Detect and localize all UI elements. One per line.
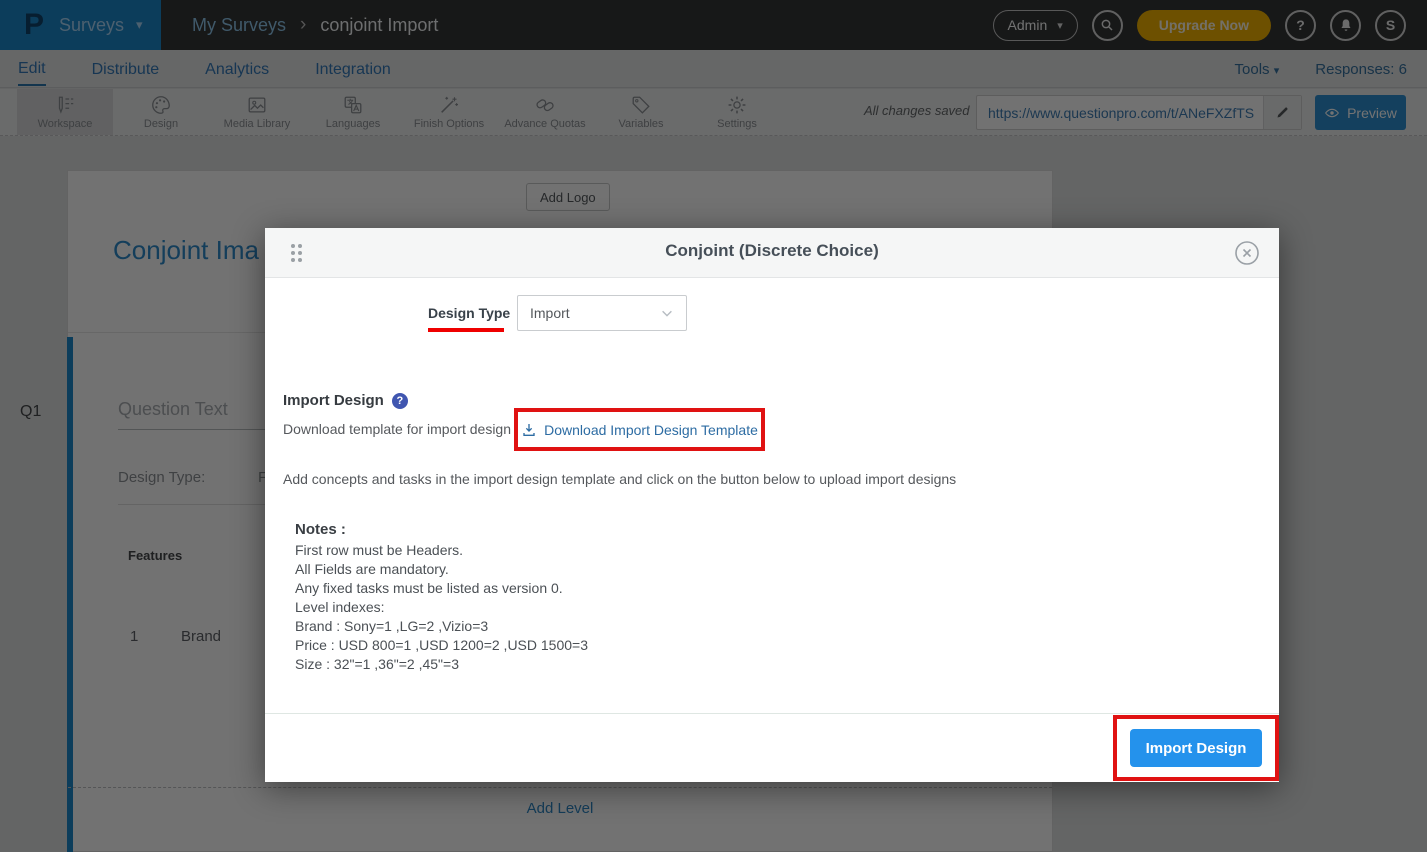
annotation-box-download: Download Import Design Template xyxy=(514,408,765,451)
download-template-link[interactable]: Download Import Design Template xyxy=(521,422,758,438)
notes-title: Notes : xyxy=(295,521,588,538)
note-line: Price : USD 800=1 ,USD 1200=2 ,USD 1500=… xyxy=(295,636,588,655)
note-line: First row must be Headers. xyxy=(295,541,588,560)
design-type-selected-value: Import xyxy=(530,305,570,321)
annotation-box-import: Import Design xyxy=(1113,715,1279,781)
note-line: Any fixed tasks must be listed as versio… xyxy=(295,579,588,598)
import-design-button[interactable]: Import Design xyxy=(1130,729,1262,767)
modal-header: Conjoint (Discrete Choice) xyxy=(265,228,1279,278)
download-template-link-label: Download Import Design Template xyxy=(544,422,758,438)
modal-design-type-label: Design Type xyxy=(428,305,510,321)
close-icon xyxy=(1234,240,1260,266)
conjoint-modal: Conjoint (Discrete Choice) Design Type I… xyxy=(265,228,1279,782)
close-button[interactable] xyxy=(1234,240,1260,266)
import-instructions: Add concepts and tasks in the import des… xyxy=(283,471,956,487)
note-line: Brand : Sony=1 ,LG=2 ,Vizio=3 xyxy=(295,617,588,636)
note-line: All Fields are mandatory. xyxy=(295,560,588,579)
active-tab-indicator xyxy=(428,328,504,332)
note-line: Size : 32"=1 ,36"=2 ,45"=3 xyxy=(295,655,588,674)
help-icon[interactable]: ? xyxy=(392,393,408,409)
chevron-down-icon xyxy=(660,306,674,320)
import-design-heading: Import Design ? xyxy=(283,392,408,409)
download-icon xyxy=(521,422,537,438)
note-line: Level indexes: xyxy=(295,598,588,617)
notes-block: Notes : First row must be Headers. All F… xyxy=(295,521,588,674)
design-type-select[interactable]: Import xyxy=(517,295,687,331)
screen: P Surveys ▾ My Surveys › conjoint Import… xyxy=(0,0,1427,852)
modal-title: Conjoint (Discrete Choice) xyxy=(265,241,1279,261)
download-template-prompt: Download template for import design xyxy=(283,421,511,437)
